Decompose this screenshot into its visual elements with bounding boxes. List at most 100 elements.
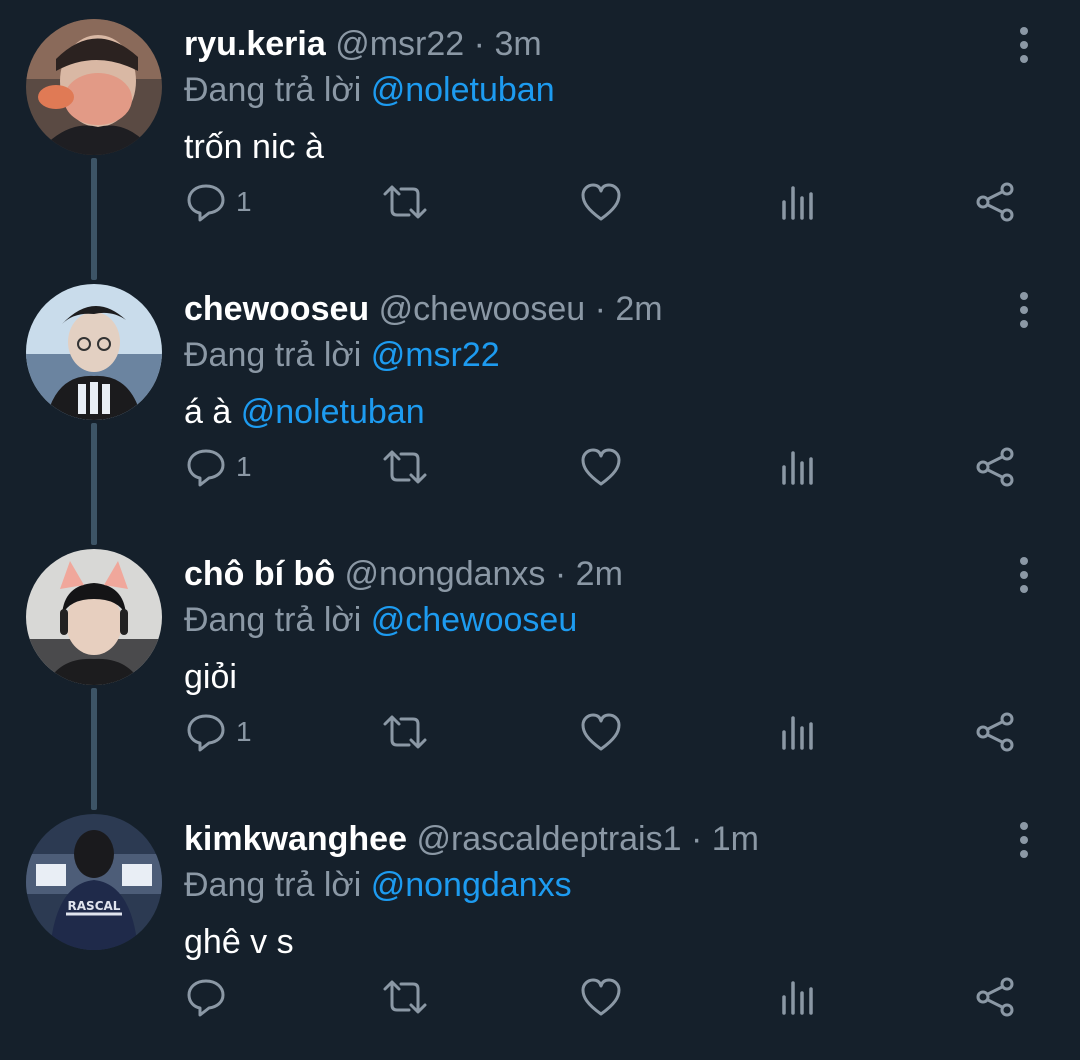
reply-icon bbox=[187, 979, 225, 1017]
retweet-icon bbox=[383, 185, 427, 219]
tweet-text: á à @noletuban bbox=[184, 390, 425, 434]
separator: · bbox=[690, 820, 703, 858]
separator: · bbox=[473, 25, 485, 63]
reply-button[interactable]: 1 bbox=[186, 178, 252, 226]
tweet[interactable]: chewooseu @chewooseu · 2m Đang trả lời @… bbox=[0, 265, 1080, 545]
reply-button[interactable]: 1 bbox=[186, 443, 252, 491]
share-icon bbox=[976, 182, 1014, 222]
reply-icon bbox=[187, 184, 225, 222]
share-icon bbox=[976, 712, 1014, 752]
reply-count: 1 bbox=[236, 451, 252, 482]
retweet-icon bbox=[383, 450, 427, 484]
analytics-button[interactable] bbox=[778, 178, 818, 226]
like-icon bbox=[581, 183, 621, 221]
tweet-header: chewooseu @chewooseu · 2m bbox=[184, 287, 663, 331]
handle[interactable]: @msr22 bbox=[335, 25, 464, 63]
separator: · bbox=[594, 290, 606, 328]
reply-thread: ryu.keria @msr22 · 3m Đang trả lời @nole… bbox=[0, 0, 1080, 1058]
share-button[interactable] bbox=[974, 443, 1016, 491]
share-button[interactable] bbox=[974, 178, 1016, 226]
like-icon bbox=[581, 713, 621, 751]
timestamp[interactable]: 1m bbox=[712, 820, 759, 858]
display-name[interactable]: chewooseu bbox=[184, 290, 369, 328]
reply-count: 1 bbox=[236, 186, 252, 217]
reply-icon bbox=[187, 449, 225, 487]
share-button[interactable] bbox=[974, 708, 1016, 756]
reply-button[interactable]: 1 bbox=[186, 708, 252, 756]
tweet-text-content: ghê v s bbox=[184, 923, 294, 961]
action-bar: 1 bbox=[0, 178, 1080, 226]
tweet[interactable]: ryu.keria @msr22 · 3m Đang trả lời @nole… bbox=[0, 0, 1080, 280]
more-options-icon[interactable] bbox=[1004, 552, 1044, 598]
retweet-button[interactable] bbox=[382, 443, 428, 491]
handle[interactable]: @nongdanxs bbox=[345, 555, 546, 593]
replying-to-label: Đang trả lời bbox=[184, 71, 362, 109]
tweet-text-content: trốn nic à bbox=[184, 128, 324, 166]
like-button[interactable] bbox=[580, 178, 622, 226]
action-bar: 1 bbox=[0, 443, 1080, 491]
replying-to: Đang trả lời @noletuban bbox=[184, 68, 555, 112]
handle[interactable]: @rascaldeptrais1 bbox=[416, 820, 681, 858]
like-button[interactable] bbox=[580, 973, 622, 1021]
like-button[interactable] bbox=[580, 443, 622, 491]
like-icon bbox=[581, 978, 621, 1016]
more-options-icon[interactable] bbox=[1004, 817, 1044, 863]
share-button[interactable] bbox=[974, 973, 1016, 1021]
like-button[interactable] bbox=[580, 708, 622, 756]
timestamp[interactable]: 2m bbox=[576, 555, 623, 593]
share-icon bbox=[976, 977, 1014, 1017]
replying-to-mention[interactable]: @noletuban bbox=[371, 71, 555, 109]
replying-to-mention[interactable]: @msr22 bbox=[371, 336, 500, 374]
display-name[interactable]: kimkwanghee bbox=[184, 820, 407, 858]
tweet-text: trốn nic à bbox=[184, 125, 324, 169]
handle[interactable]: @chewooseu bbox=[379, 290, 586, 328]
analytics-icon bbox=[782, 451, 813, 485]
reply-button[interactable] bbox=[186, 973, 236, 1021]
analytics-icon bbox=[782, 981, 813, 1015]
share-icon bbox=[976, 447, 1014, 487]
tweet-text: giỏi bbox=[184, 655, 237, 699]
separator: · bbox=[554, 555, 567, 593]
avatar[interactable] bbox=[26, 549, 162, 685]
replying-to: Đang trả lời @nongdanxs bbox=[184, 863, 572, 907]
replying-to: Đang trả lời @msr22 bbox=[184, 333, 500, 377]
more-options-icon[interactable] bbox=[1004, 287, 1044, 333]
replying-to-label: Đang trả lời bbox=[184, 601, 362, 639]
replying-to-mention[interactable]: @chewooseu bbox=[371, 601, 578, 639]
timestamp[interactable]: 2m bbox=[615, 290, 662, 328]
avatar[interactable]: RASCAL bbox=[26, 814, 162, 950]
reply-count: 1 bbox=[236, 716, 252, 747]
avatar[interactable] bbox=[26, 284, 162, 420]
tweet-text-mention[interactable]: @noletuban bbox=[241, 393, 425, 431]
replying-to-label: Đang trả lời bbox=[184, 866, 362, 904]
tweet[interactable]: RASCAL kimkwanghee @rascaldeptrais1 · 1m… bbox=[0, 795, 1080, 1060]
svg-text:RASCAL: RASCAL bbox=[68, 899, 121, 913]
like-icon bbox=[581, 448, 621, 486]
display-name[interactable]: ryu.keria bbox=[184, 25, 326, 63]
tweet-header: ryu.keria @msr22 · 3m bbox=[184, 22, 542, 66]
tweet[interactable]: chô bí bô @nongdanxs · 2m Đang trả lời @… bbox=[0, 530, 1080, 810]
analytics-button[interactable] bbox=[778, 443, 818, 491]
analytics-button[interactable] bbox=[778, 708, 818, 756]
avatar[interactable] bbox=[26, 19, 162, 155]
analytics-icon bbox=[782, 186, 813, 220]
action-bar bbox=[0, 973, 1080, 1021]
analytics-icon bbox=[782, 716, 813, 750]
tweet-text-content: giỏi bbox=[184, 658, 237, 696]
tweet-text: ghê v s bbox=[184, 920, 294, 964]
retweet-button[interactable] bbox=[382, 708, 428, 756]
replying-to: Đang trả lời @chewooseu bbox=[184, 598, 577, 642]
display-name[interactable]: chô bí bô bbox=[184, 555, 335, 593]
retweet-button[interactable] bbox=[382, 973, 428, 1021]
tweet-header: chô bí bô @nongdanxs · 2m bbox=[184, 552, 623, 596]
analytics-button[interactable] bbox=[778, 973, 818, 1021]
tweet-header: kimkwanghee @rascaldeptrais1 · 1m bbox=[184, 817, 759, 861]
replying-to-mention[interactable]: @nongdanxs bbox=[371, 866, 572, 904]
timestamp[interactable]: 3m bbox=[494, 25, 541, 63]
replying-to-label: Đang trả lời bbox=[184, 336, 362, 374]
tweet-text-content: á à bbox=[184, 393, 232, 431]
retweet-icon bbox=[383, 980, 427, 1014]
retweet-button[interactable] bbox=[382, 178, 428, 226]
more-options-icon[interactable] bbox=[1004, 22, 1044, 68]
reply-icon bbox=[187, 714, 225, 752]
